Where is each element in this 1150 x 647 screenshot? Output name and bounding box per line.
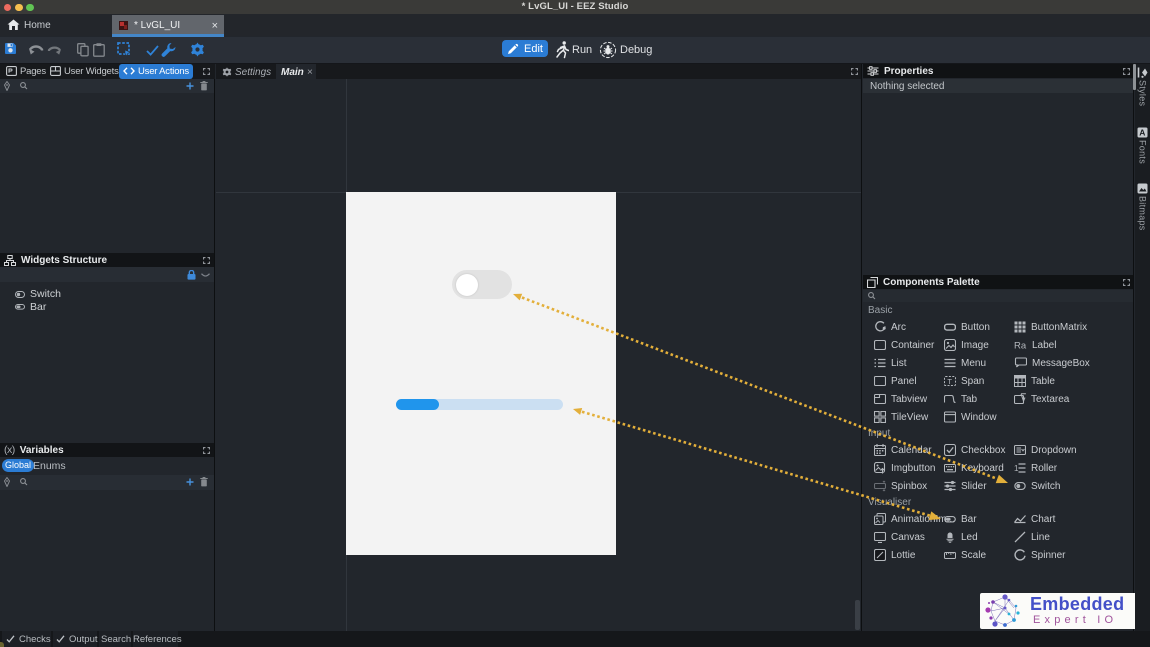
svg-text:Ra: Ra: [1014, 341, 1027, 352]
svg-text:1: 1: [1014, 464, 1019, 473]
svg-text:A: A: [1139, 128, 1145, 138]
svg-text:T: T: [947, 377, 952, 386]
